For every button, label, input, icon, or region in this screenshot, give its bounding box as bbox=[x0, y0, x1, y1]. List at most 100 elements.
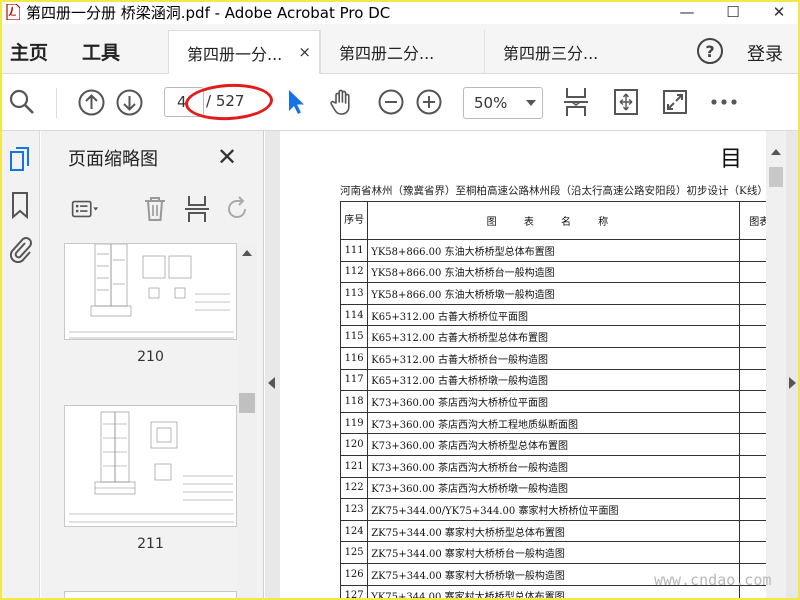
document-page: 目 河南省林州（豫冀省界）至桐柏高速公路林州段（沿太行高速公路安阳段）初步设计（… bbox=[280, 131, 766, 600]
row-number: 120 bbox=[339, 433, 369, 456]
row-figure bbox=[738, 411, 766, 435]
zoom-value: 50% bbox=[474, 94, 508, 112]
contents-table: 序号 图 表 名 称 图表 111 YK58+866.00 东油大桥桥型总体布置图… bbox=[339, 201, 766, 600]
table-row: 119 K73+360.00 茶店西沟大桥工程地质纵断面图 bbox=[339, 411, 766, 435]
options-menu-icon[interactable] bbox=[71, 195, 99, 223]
page-thumbnail[interactable] bbox=[64, 243, 237, 340]
page-thumbnail[interactable] bbox=[64, 591, 237, 600]
row-figure bbox=[738, 346, 766, 370]
table-row: 115 K65+312.00 古善大桥桥型总体布置图 bbox=[339, 325, 766, 348]
expand-right-panel-icon[interactable] bbox=[789, 377, 796, 389]
page-thumbnails-icon[interactable] bbox=[8, 145, 32, 173]
left-rail bbox=[0, 131, 40, 600]
fit-page-icon[interactable] bbox=[612, 88, 640, 116]
next-page-icon[interactable] bbox=[115, 88, 143, 116]
row-title: K73+360.00 茶店西沟大桥桥位平面图 bbox=[367, 390, 740, 413]
row-title: K73+360.00 茶店西沟大桥桥台一般构造图 bbox=[367, 454, 740, 478]
row-number: 123 bbox=[339, 498, 369, 521]
row-figure bbox=[738, 541, 766, 564]
maximize-button[interactable]: ☐ bbox=[710, 0, 756, 24]
toolbar: 4 / 527 50% bbox=[0, 74, 800, 131]
close-window-button[interactable]: ✕ bbox=[756, 0, 800, 24]
tab-bar: 主页 工具 第四册一分... × 第四册二分... 第四册三分... ? 登录 bbox=[0, 24, 800, 74]
table-row: 122 K73+360.00 茶店西沟大桥桥墩一般构造图 bbox=[339, 476, 766, 500]
document-scrollbar[interactable] bbox=[766, 131, 786, 600]
table-row: 121 K73+360.00 茶店西沟大桥桥台一般构造图 bbox=[339, 454, 766, 478]
row-title: YK58+866.00 东油大桥桥型总体布置图 bbox=[367, 239, 740, 262]
row-figure bbox=[738, 476, 766, 500]
table-row: 116 K65+312.00 古善大桥桥台一般构造图 bbox=[339, 346, 766, 370]
row-title: YK58+866.00 东油大桥桥台一般构造图 bbox=[367, 260, 740, 284]
scroll-up-icon[interactable] bbox=[242, 250, 252, 256]
row-number: 112 bbox=[339, 260, 369, 284]
row-number: 127 bbox=[339, 584, 369, 600]
full-screen-icon[interactable] bbox=[661, 88, 689, 116]
page-thumbnail[interactable] bbox=[64, 405, 237, 527]
tab-close-icon[interactable]: × bbox=[298, 43, 311, 61]
more-icon[interactable] bbox=[710, 88, 738, 116]
row-number: 115 bbox=[339, 325, 369, 348]
tab-label: 第四册三分... bbox=[503, 44, 599, 63]
thumbnail-page-number: 210 bbox=[137, 349, 164, 365]
scroll-thumb[interactable] bbox=[769, 167, 783, 187]
window-title: 第四册一分册 桥梁涵洞.pdf - Adobe Acrobat Pro DC bbox=[26, 4, 391, 22]
row-figure bbox=[738, 282, 766, 305]
watermark: www.cndao.com bbox=[654, 571, 772, 589]
login-button[interactable]: 登录 bbox=[747, 40, 783, 66]
panel-title: 页面缩略图 bbox=[68, 149, 158, 170]
row-number: 125 bbox=[339, 541, 369, 564]
row-title: K73+360.00 茶店西沟大桥桥型总体布置图 bbox=[367, 433, 740, 456]
table-header-row: 序号 图 表 名 称 图表 bbox=[339, 201, 766, 240]
tab-document-2[interactable]: 第四册二分... bbox=[320, 30, 484, 74]
hand-icon[interactable] bbox=[328, 88, 356, 116]
table-row: 118 K73+360.00 茶店西沟大桥桥位平面图 bbox=[339, 390, 766, 413]
minimize-button[interactable]: — bbox=[664, 0, 710, 24]
bookmark-icon[interactable] bbox=[8, 191, 32, 219]
row-figure bbox=[738, 454, 766, 478]
row-figure bbox=[738, 303, 766, 327]
table-row: 123 ZK75+344.00/YK75+344.00 寨家村大桥桥位平面图 bbox=[339, 498, 766, 521]
table-row: 125 ZK75+344.00 寨家村大桥桥台一般构造图 bbox=[339, 541, 766, 564]
help-icon[interactable]: ? bbox=[697, 38, 723, 64]
close-icon[interactable]: ✕ bbox=[217, 143, 237, 171]
title-bar: 第四册一分册 桥梁涵洞.pdf - Adobe Acrobat Pro DC —… bbox=[0, 0, 800, 24]
column-header-fig: 图表 bbox=[738, 201, 766, 240]
column-header-name: 图 表 名 称 bbox=[367, 201, 740, 240]
select-cursor-icon[interactable] bbox=[280, 88, 308, 116]
rotate-icon[interactable] bbox=[223, 195, 251, 223]
menu-tools[interactable]: 工具 bbox=[82, 38, 120, 65]
table-row: 114 K65+312.00 古善大桥桥位平面图 bbox=[339, 303, 766, 327]
row-number: 117 bbox=[339, 368, 369, 392]
acrobat-app-icon bbox=[6, 3, 21, 21]
row-title: K65+312.00 古善大桥桥台一般构造图 bbox=[367, 346, 740, 370]
insert-page-icon[interactable] bbox=[183, 195, 211, 223]
search-icon[interactable] bbox=[8, 88, 36, 116]
page-heading: 目 bbox=[720, 147, 743, 172]
attachment-icon[interactable] bbox=[8, 235, 32, 263]
row-number: 118 bbox=[339, 390, 369, 413]
scroll-thumb[interactable] bbox=[239, 393, 255, 413]
tab-document-3[interactable]: 第四册三分... bbox=[484, 30, 652, 74]
zoom-in-icon[interactable] bbox=[415, 88, 443, 116]
scroll-up-icon[interactable] bbox=[771, 149, 781, 155]
row-number: 124 bbox=[339, 519, 369, 543]
menu-home[interactable]: 主页 bbox=[10, 38, 48, 65]
table-row: 112 YK58+866.00 东油大桥桥台一般构造图 bbox=[339, 260, 766, 284]
row-number: 114 bbox=[339, 303, 369, 327]
table-row: 120 K73+360.00 茶店西沟大桥桥型总体布置图 bbox=[339, 433, 766, 456]
thumbnail-scrollbar[interactable] bbox=[237, 243, 257, 600]
row-title: K73+360.00 茶店西沟大桥工程地质纵断面图 bbox=[367, 411, 740, 435]
delete-icon[interactable] bbox=[141, 195, 169, 223]
zoom-out-icon[interactable] bbox=[377, 88, 405, 116]
thumbnail-page-number: 211 bbox=[137, 536, 164, 552]
chevron-down-icon bbox=[526, 100, 536, 106]
row-number: 116 bbox=[339, 346, 369, 370]
collapse-left-panel-icon[interactable] bbox=[268, 377, 275, 389]
scroll-mode-icon[interactable] bbox=[562, 88, 590, 116]
zoom-select[interactable]: 50% bbox=[463, 87, 543, 119]
document-subtitle: 河南省林州（豫冀省界）至桐柏高速公路林州段（沿太行高速公路安阳段）初步设计（K线… bbox=[340, 185, 766, 197]
row-title: ZK75+344.00/YK75+344.00 寨家村大桥桥位平面图 bbox=[367, 498, 740, 521]
thumbnail-tools bbox=[41, 187, 264, 231]
previous-page-icon[interactable] bbox=[77, 88, 105, 116]
tab-document-1[interactable]: 第四册一分... × bbox=[168, 30, 320, 74]
